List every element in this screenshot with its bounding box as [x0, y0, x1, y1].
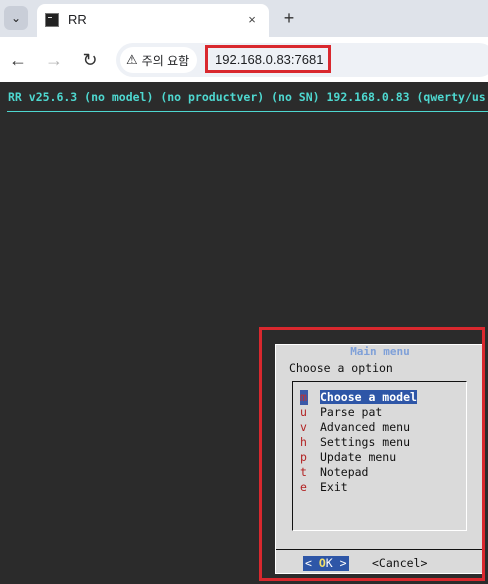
- dialog-highlight-box: [259, 327, 485, 581]
- back-arrow-icon[interactable]: ←: [7, 49, 29, 71]
- url-text-highlight[interactable]: 192.168.0.83:7681: [205, 45, 331, 73]
- terminal-header-rule: [7, 111, 488, 112]
- new-tab-plus-icon[interactable]: +: [279, 8, 299, 28]
- browser-toolbar: ← → ↻ ⚠ 주의 요함 192.168.0.83:7681: [0, 37, 488, 82]
- tab-rr[interactable]: RR ×: [37, 4, 269, 37]
- close-tab-icon[interactable]: ×: [243, 10, 261, 28]
- security-label: 주의 요함: [141, 53, 190, 68]
- tab-title: RR: [68, 12, 87, 27]
- security-chip[interactable]: ⚠ 주의 요함: [120, 47, 198, 73]
- terminal-favicon-icon: [45, 13, 59, 27]
- url-text: 192.168.0.83:7681: [215, 51, 324, 67]
- tab-strip: ⌄ RR × +: [0, 0, 488, 37]
- terminal-header-line: RR v25.6.3 (no model) (no productver) (n…: [8, 90, 486, 104]
- reload-icon[interactable]: ↻: [79, 49, 101, 71]
- forward-arrow-icon[interactable]: →: [43, 49, 65, 71]
- tab-search-chevron-icon[interactable]: ⌄: [4, 6, 28, 30]
- address-bar[interactable]: ⚠ 주의 요함 192.168.0.83:7681: [116, 43, 488, 77]
- warning-icon: ⚠: [126, 52, 138, 67]
